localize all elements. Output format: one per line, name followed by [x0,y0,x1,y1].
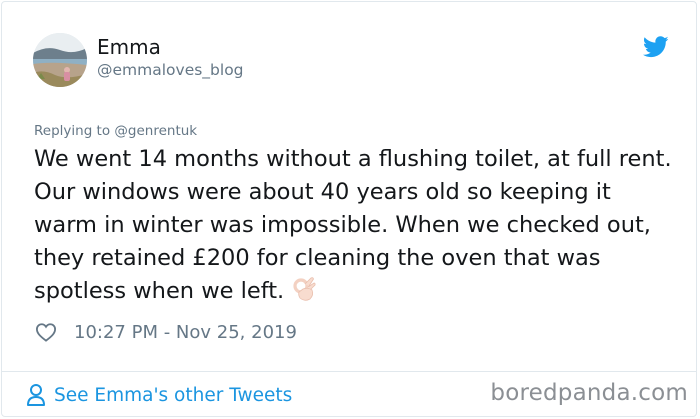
tweet-card: Emma @emmaloves_blog Replying to @genren… [1,1,697,417]
author-handle[interactable]: @emmaloves_blog [97,61,244,79]
see-other-tweets-label: See Emma's other Tweets [54,384,293,406]
tweet-meta: 10:27 PM - Nov 25, 2019 [35,319,297,345]
heart-icon[interactable] [35,322,57,342]
tweet-text: We went 14 months without a flushing toi… [34,146,672,304]
watermark: boredpanda.com [490,380,688,406]
person-icon [26,383,46,407]
divider [2,371,696,372]
profile-photo-avatar [33,33,87,87]
twitter-bird-icon[interactable] [642,36,669,58]
see-other-tweets-link[interactable]: See Emma's other Tweets [26,383,292,407]
tweet-body: We went 14 months without a flushing toi… [34,143,674,308]
replying-to-label[interactable]: Replying to @genrentuk [34,123,197,139]
author-name[interactable]: Emma [97,35,161,59]
ok-hand-emoji [290,275,318,303]
tweet-timestamp[interactable]: 10:27 PM - Nov 25, 2019 [74,322,297,343]
avatar[interactable] [33,33,87,87]
